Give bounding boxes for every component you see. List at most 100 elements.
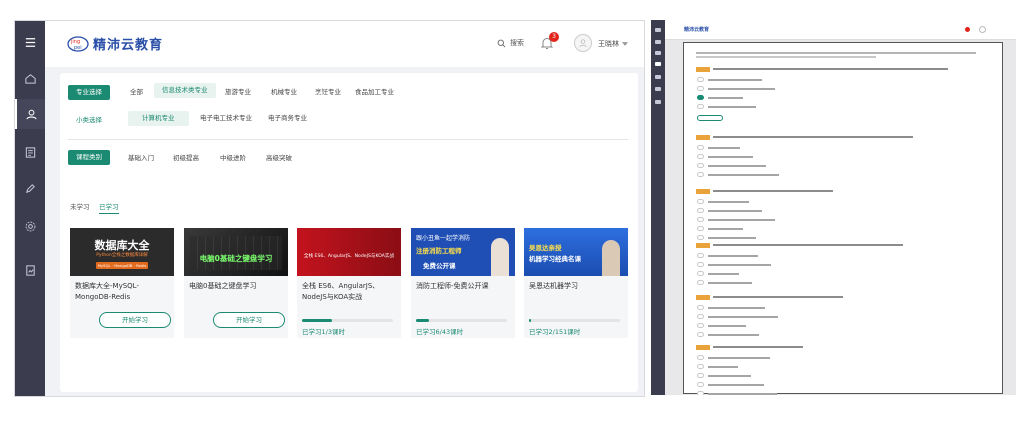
radio-icon[interactable] xyxy=(697,172,704,177)
answer-option[interactable] xyxy=(697,332,817,337)
answer-option[interactable] xyxy=(697,323,817,328)
level-option-advanced[interactable]: 高级突破 xyxy=(258,151,300,166)
radio-icon[interactable] xyxy=(697,323,704,328)
answer-option[interactable] xyxy=(697,217,817,222)
radio-icon[interactable] xyxy=(697,77,704,82)
radio-icon[interactable] xyxy=(697,314,704,319)
answer-option[interactable] xyxy=(697,391,817,395)
radio-icon[interactable] xyxy=(697,364,704,369)
brand-name: 精沛云教育 xyxy=(684,27,710,33)
home-icon[interactable] xyxy=(15,63,45,93)
notification-button[interactable]: 3 xyxy=(540,32,559,52)
user-menu[interactable]: 王晓林 xyxy=(598,39,628,49)
radio-icon[interactable] xyxy=(697,226,704,231)
answer-option[interactable] xyxy=(697,364,817,369)
answer-option[interactable] xyxy=(697,163,817,168)
radio-icon[interactable] xyxy=(697,208,704,213)
radio-icon[interactable] xyxy=(697,355,704,360)
radio-icon[interactable] xyxy=(697,199,704,204)
tab-studied[interactable]: 已学习 xyxy=(99,201,119,214)
avatar[interactable] xyxy=(574,34,592,52)
answer-option[interactable] xyxy=(697,145,817,150)
major-option-food[interactable]: 食品加工专业 xyxy=(347,85,402,100)
tab-not-studied[interactable]: 未学习 xyxy=(70,201,90,211)
level-option-basic[interactable]: 基础入门 xyxy=(120,151,162,166)
major-option-it[interactable]: 信息技术类专业 xyxy=(154,83,216,98)
user-icon[interactable] xyxy=(15,99,45,129)
gear-icon[interactable] xyxy=(655,87,661,91)
answer-option[interactable] xyxy=(697,373,817,378)
radio-icon[interactable] xyxy=(697,305,704,310)
answer-option[interactable] xyxy=(697,355,817,360)
answer-option[interactable] xyxy=(697,172,817,177)
search-label: 搜索 xyxy=(510,39,524,47)
course-card[interactable]: 跟小丑鱼一起学消防 注册消防工程师 免费公开课 消防工程师-免费公开课 已学习6… xyxy=(411,228,515,338)
radio-icon[interactable] xyxy=(697,217,704,222)
start-learning-button[interactable]: 开始学习 xyxy=(213,312,285,328)
document-icon[interactable] xyxy=(15,137,45,167)
pen-icon[interactable] xyxy=(655,75,661,79)
major-option-all[interactable]: 全部 xyxy=(122,85,151,100)
start-learning-button[interactable]: 开始学习 xyxy=(99,312,171,328)
answer-option[interactable] xyxy=(697,104,817,109)
level-option-elementary[interactable]: 初级提高 xyxy=(165,151,207,166)
user-icon[interactable] xyxy=(655,51,661,55)
radio-icon[interactable] xyxy=(697,262,704,267)
answer-option[interactable] xyxy=(697,253,817,258)
radio-icon[interactable] xyxy=(697,104,704,109)
search-button[interactable]: 搜索 xyxy=(497,38,524,48)
answer-option[interactable] xyxy=(697,226,817,231)
minor-option-ecommerce[interactable]: 电子商务专业 xyxy=(260,111,315,126)
level-option-intermediate[interactable]: 中级进阶 xyxy=(212,151,254,166)
radio-icon[interactable] xyxy=(697,145,704,150)
cover-tag: 免费公开课 xyxy=(423,262,456,270)
course-card[interactable]: 数据库大全 Python全栈之数据库详解 MySQL · MongoDB · R… xyxy=(70,228,174,338)
pen-icon[interactable] xyxy=(15,173,45,203)
gear-icon[interactable] xyxy=(15,211,45,241)
radio-icon[interactable] xyxy=(697,95,704,100)
radio-icon[interactable] xyxy=(697,332,704,337)
answer-option[interactable] xyxy=(697,305,817,310)
radio-icon[interactable] xyxy=(697,253,704,258)
answer-option[interactable] xyxy=(697,77,817,82)
radio-icon[interactable] xyxy=(697,163,704,168)
radio-icon[interactable] xyxy=(697,271,704,276)
menu-icon[interactable] xyxy=(655,28,661,32)
answer-option[interactable] xyxy=(697,235,817,240)
home-icon[interactable] xyxy=(655,40,661,44)
minor-option-electronics[interactable]: 电子电工技术专业 xyxy=(192,111,260,126)
brand-logo[interactable]: jing pei 精沛云教育 xyxy=(67,34,163,53)
radio-icon[interactable] xyxy=(697,86,704,91)
avatar[interactable] xyxy=(979,26,986,33)
radio-icon[interactable] xyxy=(697,154,704,159)
answer-option[interactable] xyxy=(697,208,817,213)
radio-icon[interactable] xyxy=(697,382,704,387)
answer-explain-button[interactable] xyxy=(697,115,723,121)
report-icon[interactable] xyxy=(655,100,661,104)
answer-option[interactable] xyxy=(697,86,817,91)
course-card[interactable]: 电脑0基础之键盘学习 电脑0基础之键盘学习 开始学习 xyxy=(184,228,288,338)
answer-option[interactable] xyxy=(697,95,817,100)
answer-option[interactable] xyxy=(697,199,817,204)
answer-option[interactable] xyxy=(697,280,817,285)
answer-option[interactable] xyxy=(697,262,817,267)
course-card[interactable]: 吴恩达亲授 机器学习经典名课 吴恩达机器学习 已学习2/151课时 xyxy=(524,228,628,338)
answer-option[interactable] xyxy=(697,314,817,319)
radio-icon[interactable] xyxy=(697,235,704,240)
major-option-mechanical[interactable]: 机械专业 xyxy=(263,85,305,100)
answer-option[interactable] xyxy=(697,382,817,387)
major-option-cooking[interactable]: 烹饪专业 xyxy=(307,85,349,100)
document-icon[interactable] xyxy=(655,62,661,66)
radio-icon[interactable] xyxy=(697,391,704,395)
cover-title: 电脑0基础之键盘学习 xyxy=(199,254,273,263)
course-card[interactable]: 全栈 ES6、AngularJS、NodeJS与KOA实战 全栈 ES6、Ang… xyxy=(297,228,401,338)
radio-icon[interactable] xyxy=(697,280,704,285)
menu-icon[interactable] xyxy=(15,27,45,57)
notification-badge-icon[interactable] xyxy=(965,27,970,32)
minor-option-computer[interactable]: 计算机专业 xyxy=(128,111,189,126)
radio-icon[interactable] xyxy=(697,373,704,378)
report-icon[interactable] xyxy=(15,255,45,285)
answer-option[interactable] xyxy=(697,154,817,159)
major-option-tourism[interactable]: 旅游专业 xyxy=(217,85,259,100)
answer-option[interactable] xyxy=(697,271,817,276)
